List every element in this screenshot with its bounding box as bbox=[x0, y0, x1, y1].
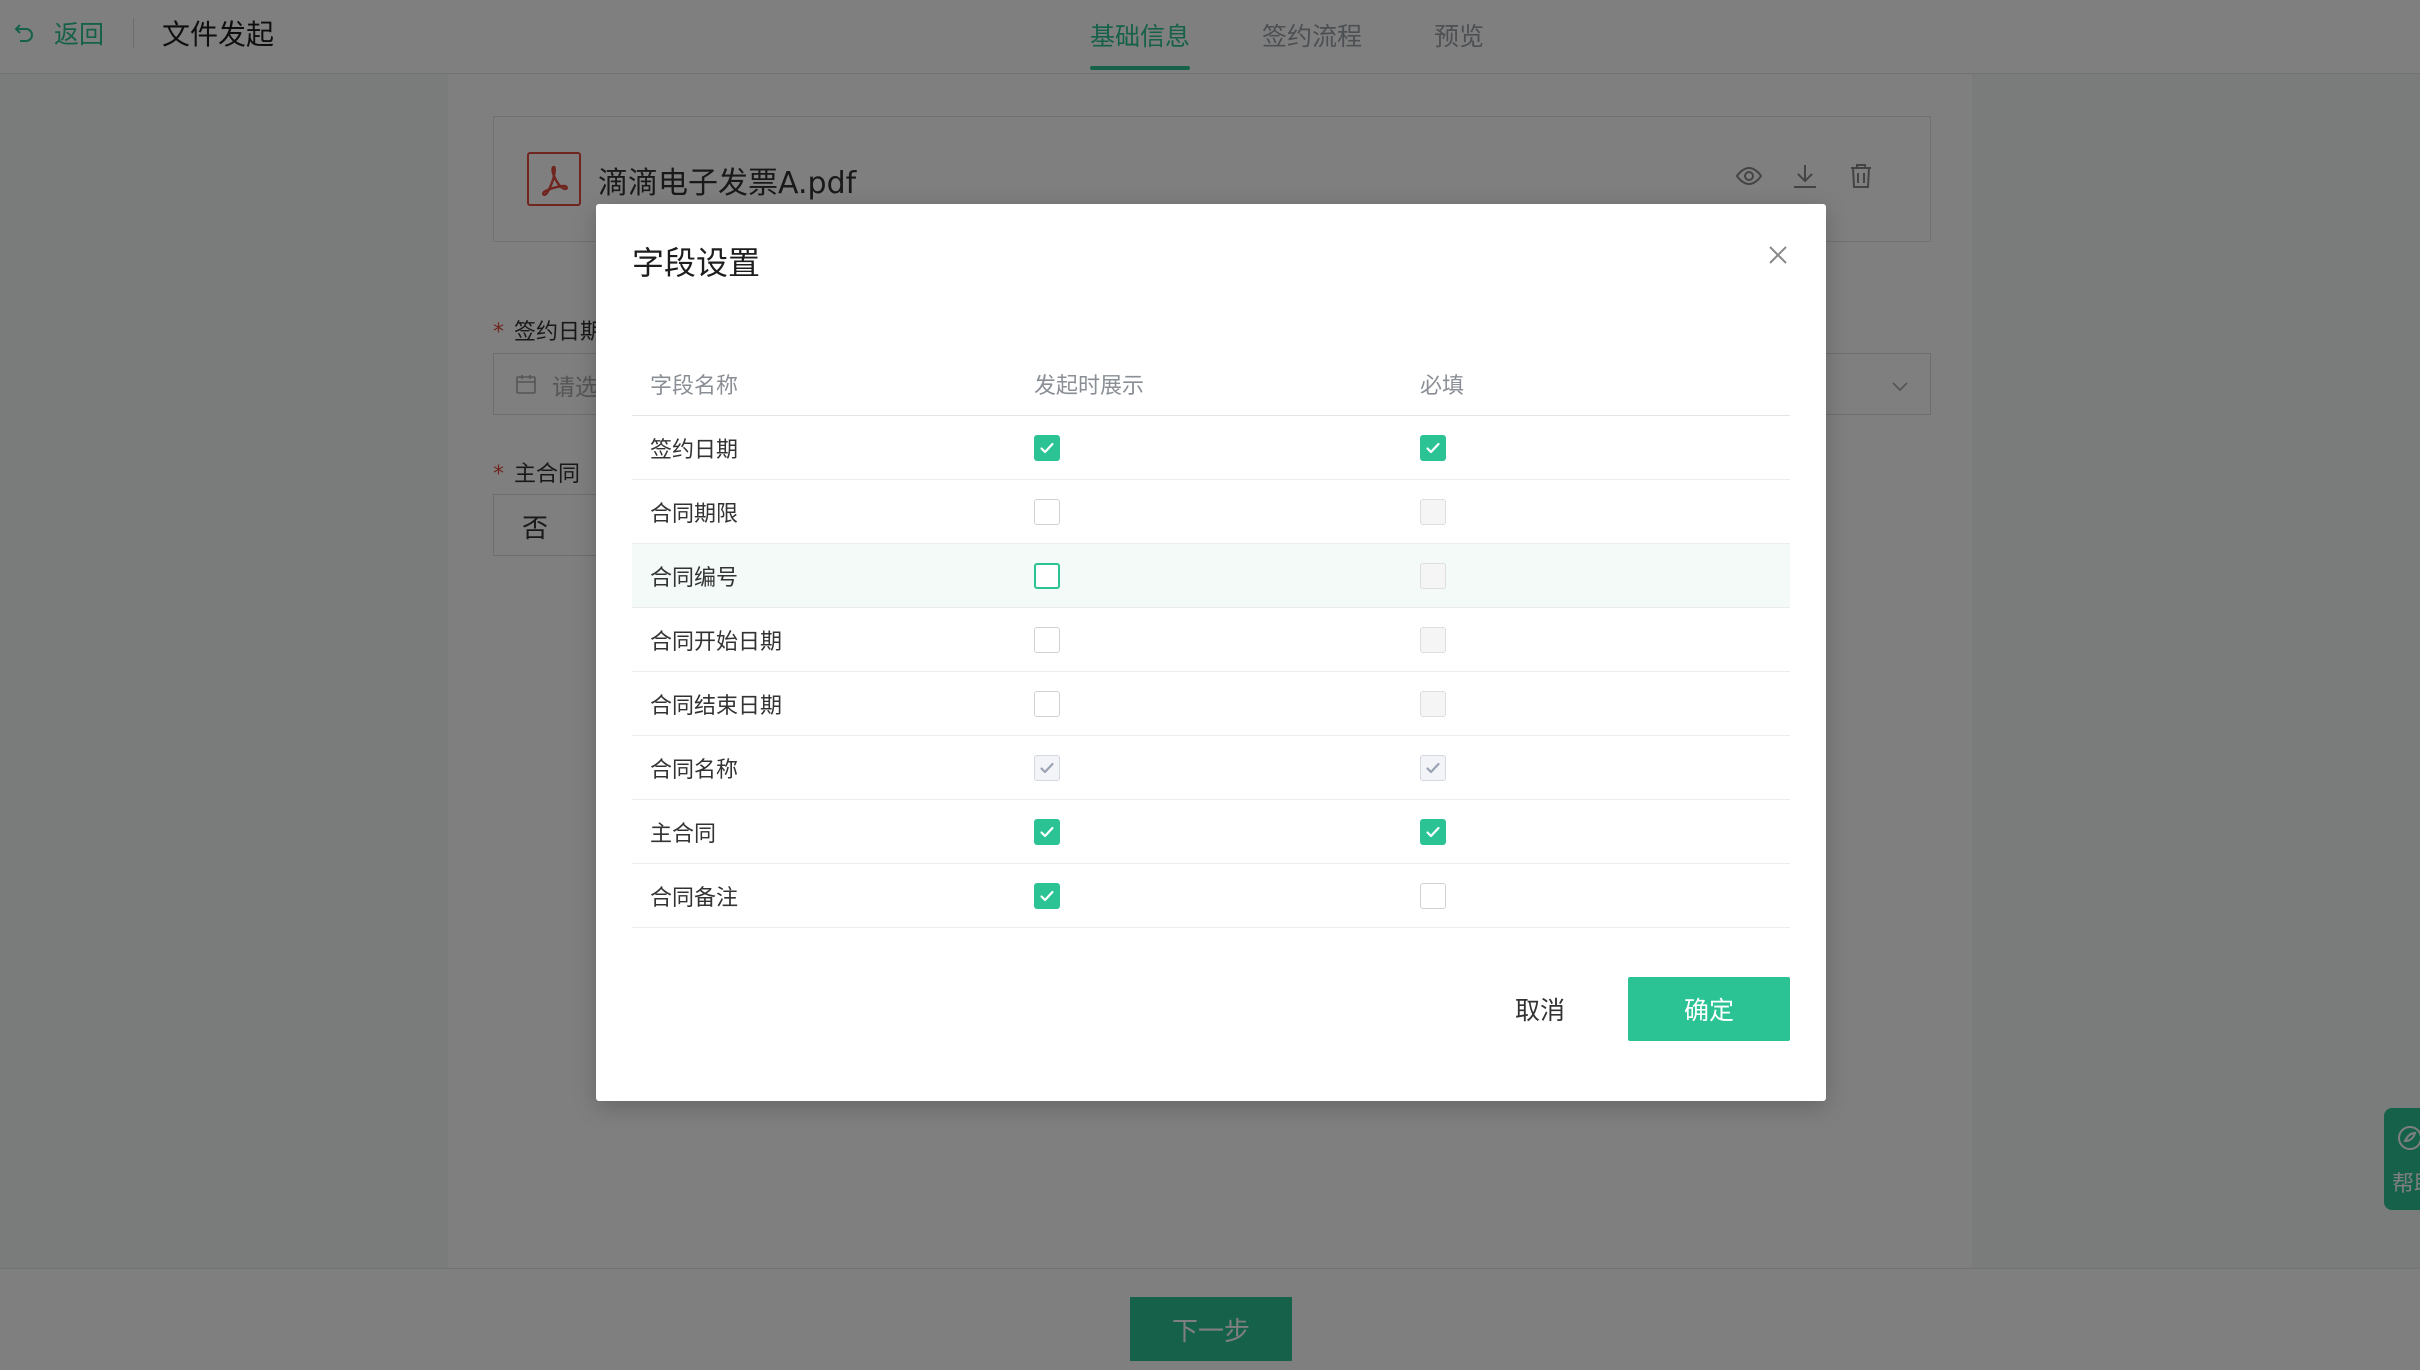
required-checkbox bbox=[1420, 563, 1446, 589]
close-button[interactable] bbox=[1762, 240, 1794, 272]
field-name-cell: 合同开始日期 bbox=[650, 630, 783, 655]
show-checkbox[interactable] bbox=[1034, 627, 1060, 653]
col-required: 必填 bbox=[1420, 374, 1465, 399]
field-name-cell: 主合同 bbox=[650, 822, 717, 847]
field-settings-modal: 字段设置 字段名称 发起时展示 必填 签约日期合同期限合同编号合同开始日期 合同结… bbox=[596, 204, 1826, 1101]
page-root: 返回 文件发起 基础信息 签约流程 预览 滴滴电子发票A.pdf bbox=[0, 0, 2420, 1370]
show-checkbox[interactable] bbox=[1034, 883, 1060, 909]
show-cell bbox=[1034, 608, 1060, 672]
required-checkbox bbox=[1420, 755, 1446, 781]
cancel-button[interactable]: 取消 bbox=[1470, 977, 1610, 1041]
required-cell bbox=[1420, 480, 1446, 544]
field-name-cell: 合同结束日期 bbox=[650, 694, 783, 719]
table-row: 合同名称 bbox=[632, 736, 1790, 800]
required-checkbox bbox=[1420, 627, 1446, 653]
show-checkbox[interactable] bbox=[1034, 435, 1060, 461]
required-cell bbox=[1420, 864, 1446, 928]
table-row: 合同编号 bbox=[632, 544, 1790, 608]
table-header: 字段名称 发起时展示 必填 bbox=[632, 352, 1790, 416]
required-cell bbox=[1420, 544, 1446, 608]
table-row: 主合同 bbox=[632, 800, 1790, 864]
required-cell bbox=[1420, 672, 1446, 736]
show-checkbox[interactable] bbox=[1034, 691, 1060, 717]
show-checkbox[interactable] bbox=[1034, 499, 1060, 525]
col-show-on-launch: 发起时展示 bbox=[1034, 374, 1145, 399]
required-cell bbox=[1420, 736, 1446, 800]
table-row: 合同开始日期 bbox=[632, 608, 1790, 672]
required-checkbox bbox=[1420, 499, 1446, 525]
required-checkbox[interactable] bbox=[1420, 883, 1446, 909]
show-checkbox[interactable] bbox=[1034, 563, 1060, 589]
show-cell bbox=[1034, 480, 1060, 544]
table-row: 合同期限 bbox=[632, 480, 1790, 544]
field-name-cell: 合同名称 bbox=[650, 758, 739, 783]
show-cell bbox=[1034, 672, 1060, 736]
required-cell bbox=[1420, 800, 1446, 864]
modal-title: 字段设置 bbox=[632, 244, 761, 282]
close-icon bbox=[1769, 245, 1787, 264]
required-cell bbox=[1420, 608, 1446, 672]
col-field-name: 字段名称 bbox=[650, 374, 739, 399]
show-checkbox[interactable] bbox=[1034, 819, 1060, 845]
field-name-cell: 签约日期 bbox=[650, 438, 739, 463]
field-name-cell: 合同备注 bbox=[650, 886, 739, 911]
table-row: 签约日期 bbox=[632, 416, 1790, 480]
required-checkbox bbox=[1420, 691, 1446, 717]
show-cell bbox=[1034, 800, 1060, 864]
show-cell bbox=[1034, 544, 1060, 608]
table-row: 合同结束日期 bbox=[632, 672, 1790, 736]
show-cell bbox=[1034, 864, 1060, 928]
show-cell bbox=[1034, 736, 1060, 800]
required-checkbox[interactable] bbox=[1420, 819, 1446, 845]
required-checkbox[interactable] bbox=[1420, 435, 1446, 461]
field-name-cell: 合同编号 bbox=[650, 566, 739, 591]
confirm-button[interactable]: 确定 bbox=[1628, 977, 1790, 1041]
field-name-cell: 合同期限 bbox=[650, 502, 739, 527]
show-checkbox bbox=[1034, 755, 1060, 781]
show-cell bbox=[1034, 416, 1060, 480]
table-row: 合同备注 bbox=[632, 864, 1790, 928]
required-cell bbox=[1420, 416, 1446, 480]
